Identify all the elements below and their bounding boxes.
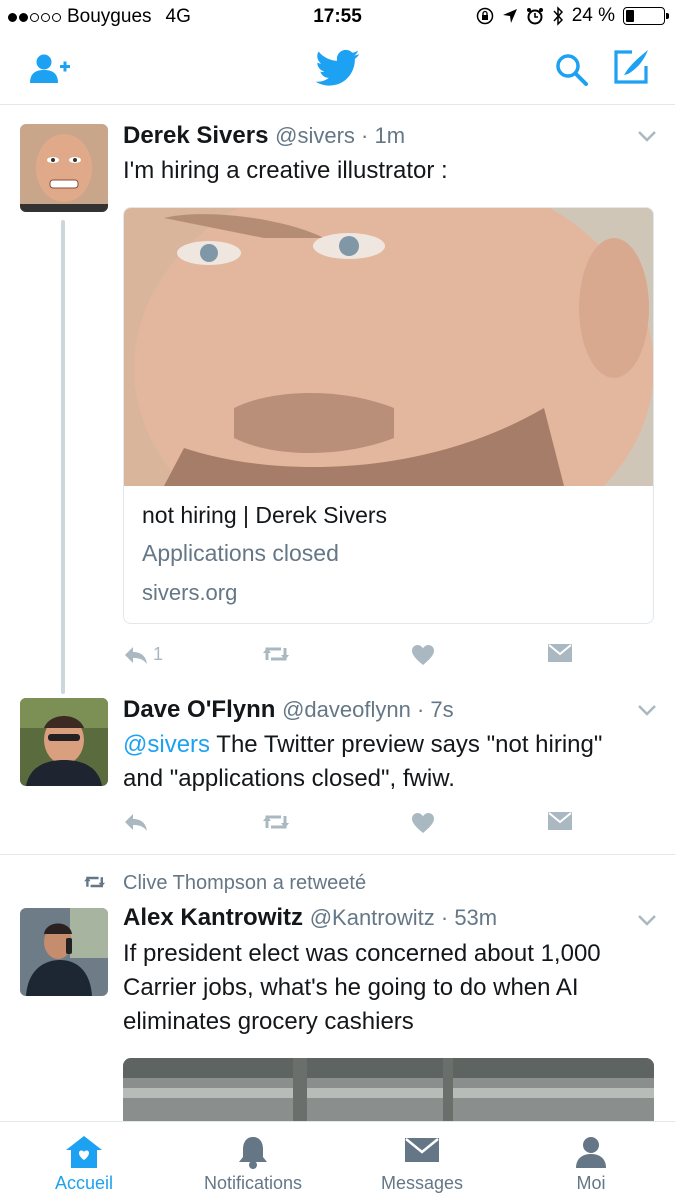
tweet-text: @sivers The Twitter preview says "not hi…	[123, 728, 643, 796]
tweet-header: Derek Sivers @sivers · 1m	[123, 122, 406, 149]
reply-icon	[125, 814, 147, 831]
profile-icon	[576, 1137, 606, 1168]
card-image	[124, 208, 653, 486]
location-icon	[502, 9, 517, 23]
author-handle[interactable]: @daveoflynn	[282, 697, 411, 722]
status-icons: 24 %	[476, 5, 669, 27]
tweet-header: Dave O'Flynn @daveoflynn · 7s	[123, 696, 454, 723]
battery-percent: 24 %	[571, 5, 615, 26]
mention-link[interactable]: @sivers	[123, 731, 210, 758]
author-handle[interactable]: @sivers	[275, 123, 355, 148]
retweet-icon	[263, 815, 289, 829]
thread-line	[61, 220, 65, 694]
tweet-text: If president elect was concerned about 1…	[123, 940, 601, 1035]
top-nav-bar	[0, 36, 675, 105]
chevron-down-icon[interactable]	[637, 914, 657, 926]
tweet-actions: 1	[123, 644, 573, 674]
chevron-down-icon[interactable]	[637, 130, 657, 142]
retweet-button[interactable]	[263, 812, 295, 832]
tweet-media-image[interactable]	[123, 1058, 654, 1128]
reply-icon	[125, 646, 147, 664]
retweeted-by-label[interactable]: Clive Thompson a retweeté	[123, 872, 366, 895]
heart-icon	[412, 645, 434, 665]
tab-label: Moi	[576, 1173, 606, 1193]
author-name[interactable]: Alex Kantrowitz	[123, 904, 303, 931]
chevron-down-icon[interactable]	[637, 704, 657, 716]
envelope-icon	[548, 644, 572, 662]
author-name[interactable]: Dave O'Flynn	[123, 696, 275, 723]
like-button[interactable]	[411, 812, 435, 834]
tab-label: Messages	[380, 1173, 464, 1193]
home-icon	[66, 1136, 102, 1168]
author-name[interactable]: Derek Sivers	[123, 122, 268, 149]
tweet-time: 53m	[454, 905, 498, 930]
status-bar: Bouygues 4G 17:55 24 %	[0, 0, 675, 36]
add-user-icon[interactable]	[28, 53, 72, 85]
author-handle[interactable]: @Kantrowitz	[310, 905, 435, 930]
tweet-text: I'm hiring a creative illustrator :	[123, 157, 448, 184]
tweet-time: 1m	[374, 123, 406, 148]
battery-icon	[623, 7, 669, 25]
tab-me[interactable]: Moi	[507, 1122, 675, 1201]
avatar[interactable]	[20, 124, 108, 212]
search-icon[interactable]	[555, 53, 589, 87]
reply-button[interactable]	[123, 812, 149, 832]
orientation-lock-icon	[476, 7, 493, 25]
avatar[interactable]	[20, 908, 108, 996]
retweet-icon	[263, 647, 289, 661]
card-title: not hiring | Derek Sivers	[142, 502, 388, 528]
direct-message-button[interactable]	[548, 644, 572, 662]
tab-label: Accueil	[54, 1173, 114, 1193]
bottom-tab-bar: Accueil Notifications Messages Moi	[0, 1121, 675, 1201]
tab-label: Notifications	[203, 1173, 303, 1193]
tweet-header: Alex Kantrowitz @Kantrowitz · 53m	[123, 904, 498, 931]
tweet-dave-oflynn[interactable]: Dave O'Flynn @daveoflynn · 7s @sivers Th…	[0, 688, 675, 854]
card-domain: sivers.org	[142, 580, 238, 605]
direct-message-button[interactable]	[548, 812, 572, 830]
tab-messages[interactable]: Messages	[338, 1122, 506, 1201]
retweet-icon	[84, 876, 105, 888]
envelope-icon	[548, 812, 572, 830]
bluetooth-icon	[553, 6, 563, 26]
retweet-button[interactable]	[263, 644, 295, 664]
heart-icon	[412, 813, 434, 833]
like-button[interactable]	[411, 644, 435, 666]
reply-count: 1	[153, 644, 164, 664]
avatar[interactable]	[20, 698, 108, 786]
bell-icon	[239, 1137, 267, 1169]
tweet-time: 7s	[430, 697, 454, 722]
envelope-icon	[405, 1138, 439, 1162]
tab-home[interactable]: Accueil	[0, 1122, 168, 1201]
reply-button[interactable]: 1	[123, 644, 163, 665]
tweet-divider	[0, 854, 675, 855]
tweet-derek-sivers[interactable]: Derek Sivers @sivers · 1m I'm hiring a c…	[0, 104, 675, 694]
tab-notifications[interactable]: Notifications	[169, 1122, 337, 1201]
tweet-actions	[123, 812, 573, 842]
alarm-icon	[526, 8, 543, 25]
compose-icon[interactable]	[612, 48, 652, 86]
card-description: Applications closed	[142, 540, 339, 566]
twitter-bird-icon[interactable]	[316, 49, 360, 87]
link-card[interactable]: not hiring | Derek Sivers Applications c…	[123, 207, 654, 624]
